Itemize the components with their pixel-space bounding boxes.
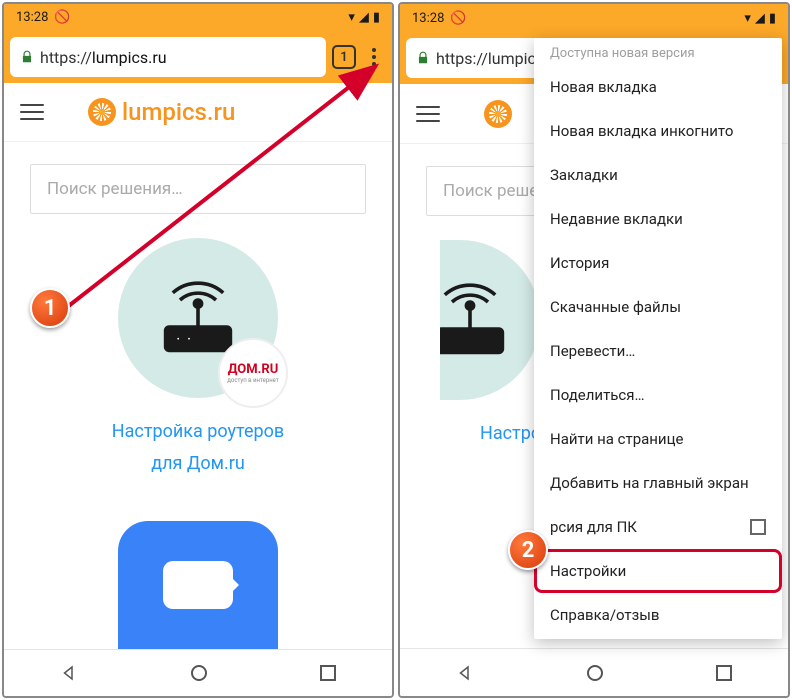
router-icon <box>440 275 515 365</box>
menu-item-settings[interactable]: Настройки <box>534 549 782 593</box>
url-field[interactable]: https://lumpics.ru <box>10 37 326 77</box>
hamburger-icon[interactable] <box>20 98 48 126</box>
nav-recent-icon[interactable] <box>716 665 732 681</box>
menu-item-label: рсия для ПК <box>550 518 637 536</box>
lock-icon <box>20 50 34 64</box>
article-tile-router[interactable]: ДОМ.RU доступ в интернет Настройка роуте… <box>4 224 392 495</box>
battery-icon: ▮ <box>373 10 380 25</box>
wifi-icon: ▾ <box>348 10 355 25</box>
site-logo[interactable]: lumpics.ru <box>88 98 235 126</box>
search-input[interactable]: Поиск решения… <box>30 164 366 214</box>
phone-right: 13:28 🚫 ▾ ◢ ▮ https://lumpics… Поиск реш… <box>398 2 790 698</box>
step-badge-1: 1 <box>30 288 70 328</box>
step-badge-2: 2 <box>508 530 548 570</box>
no-sim-icon: 🚫 <box>450 11 466 26</box>
menu-item-new-tab[interactable]: Новая вкладка <box>534 65 782 109</box>
nav-recent-icon[interactable] <box>320 665 336 681</box>
nav-back-icon[interactable] <box>60 664 78 682</box>
camera-icon <box>163 561 233 609</box>
menu-item-recent-tabs[interactable]: Недавние вкладки <box>534 197 782 241</box>
menu-item-translate[interactable]: Перевести… <box>534 329 782 373</box>
nav-home-icon[interactable] <box>191 665 207 681</box>
menu-item-share[interactable]: Поделиться… <box>534 373 782 417</box>
menu-header: Доступна новая версия <box>534 38 782 65</box>
lock-icon <box>416 51 430 65</box>
checkbox-icon[interactable] <box>750 519 766 535</box>
signal-icon: ◢ <box>755 11 765 26</box>
status-time: 13:28 <box>412 11 444 26</box>
nav-home-icon[interactable] <box>587 665 603 681</box>
battery-icon: ▮ <box>769 11 776 26</box>
site-logo[interactable] <box>484 100 512 128</box>
status-bar: 13:28 🚫 ▾ ◢ ▮ <box>400 4 788 32</box>
menu-button[interactable] <box>362 45 386 69</box>
logo-text: lumpics.ru <box>122 98 235 126</box>
status-bar: 13:28 🚫 ▾ ◢ ▮ <box>4 4 392 32</box>
menu-item-find[interactable]: Найти на странице <box>534 417 782 461</box>
url-text: https://lumpics.ru <box>40 48 167 67</box>
article-tile-zoom[interactable] <box>118 521 278 649</box>
menu-item-bookmarks[interactable]: Закладки <box>534 153 782 197</box>
menu-item-history[interactable]: История <box>534 241 782 285</box>
menu-item-add-home[interactable]: Добавить на главный экран <box>534 461 782 505</box>
phone-left: 13:28 🚫 ▾ ◢ ▮ https://lumpics.ru 1 lumpi… <box>2 2 394 698</box>
menu-item-downloads[interactable]: Скачанные файлы <box>534 285 782 329</box>
tab-count-button[interactable]: 1 <box>332 45 356 69</box>
menu-item-help[interactable]: Справка/отзыв <box>534 593 782 637</box>
android-navbar <box>4 649 392 696</box>
menu-item-incognito[interactable]: Новая вкладка инкогнито <box>534 109 782 153</box>
no-sim-icon: 🚫 <box>54 10 70 25</box>
hamburger-icon[interactable] <box>416 100 444 128</box>
signal-icon: ◢ <box>359 10 369 25</box>
wifi-icon: ▾ <box>744 11 751 26</box>
chrome-overflow-menu: Доступна новая версия Новая вкладка Нова… <box>534 38 782 639</box>
menu-item-desktop[interactable]: рсия для ПК <box>534 505 782 549</box>
android-navbar <box>400 648 788 696</box>
router-illustration: ДОМ.RU доступ в интернет <box>118 238 278 398</box>
logo-sun-icon <box>88 98 116 126</box>
nav-back-icon[interactable] <box>456 664 474 682</box>
router-illustration <box>440 240 540 400</box>
domru-badge: ДОМ.RU доступ в интернет <box>218 338 288 408</box>
site-header: lumpics.ru <box>4 83 392 142</box>
status-time: 13:28 <box>16 10 48 25</box>
browser-toolbar: https://lumpics.ru 1 <box>4 32 392 83</box>
logo-sun-icon <box>484 100 512 128</box>
tile-title: Настройка роутеров для Дом.ru <box>44 416 352 481</box>
